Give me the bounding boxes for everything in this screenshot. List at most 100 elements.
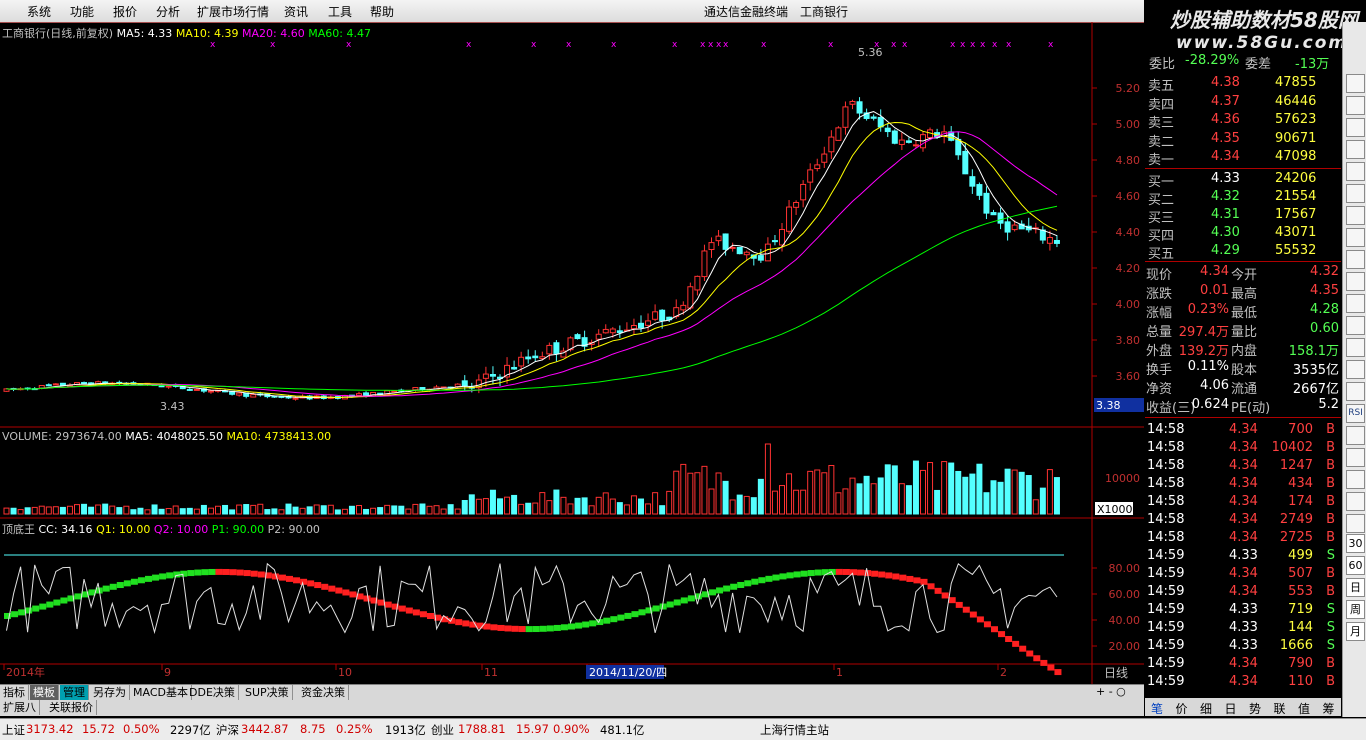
status-bar: 上证 3173.42 15.72 0.50% 2297亿 沪深 3442.87 … xyxy=(0,718,1366,740)
side-tool-button[interactable] xyxy=(1346,360,1365,379)
side-tool-button[interactable] xyxy=(1346,96,1365,115)
indicator-name: 顶底王 xyxy=(2,523,35,536)
indicator-step xyxy=(885,572,893,579)
indicator-step xyxy=(716,587,724,594)
sell-row: 卖二 4.35 90671 xyxy=(1145,130,1341,150)
stat-row: 净资 4.06 流通 2667亿 xyxy=(1145,377,1341,397)
volume-bar xyxy=(59,506,66,515)
cy-change: 15.97 xyxy=(516,722,549,736)
indicator-step xyxy=(786,572,794,579)
menu-function[interactable]: 功能 xyxy=(70,3,94,20)
ma5-line xyxy=(6,111,1058,399)
buy-row: 买四 4.30 43071 xyxy=(1145,224,1341,244)
rsi-button[interactable]: RSI xyxy=(1346,404,1365,423)
side-tool-button[interactable] xyxy=(1346,492,1365,511)
tab-1[interactable]: 模板 xyxy=(30,685,59,700)
signal-marker: x xyxy=(531,40,537,50)
quote-tab-0[interactable]: 笔 xyxy=(1151,700,1163,717)
kline-chart[interactable]: 5.20 5.00 4.80 4.60 4.40 4.20 4.00 3.80 3.60 3.38… xyxy=(0,22,1144,684)
indicator-step xyxy=(835,568,843,575)
menu-analysis[interactable]: 分析 xyxy=(156,3,180,20)
menu-extended-market[interactable]: 扩展市场行情 xyxy=(197,3,269,20)
tab-ext8[interactable]: 扩展八 xyxy=(0,700,40,715)
side-period-button[interactable]: 60 xyxy=(1346,556,1365,575)
side-tool-button[interactable] xyxy=(1346,250,1365,269)
stat-row: 收益(三) 0.624 PE(动) 5.2 xyxy=(1145,396,1341,416)
side-period-button[interactable]: 30 xyxy=(1346,534,1365,553)
menu-quote[interactable]: 报价 xyxy=(113,3,137,20)
menu-info[interactable]: 资讯 xyxy=(284,3,308,20)
indicator-step xyxy=(307,580,315,587)
quote-tab-7[interactable]: 筹 xyxy=(1323,700,1335,717)
side-tool-button[interactable] xyxy=(1346,162,1365,181)
candle-body xyxy=(701,250,708,278)
menu-tools[interactable]: 工具 xyxy=(328,3,352,20)
quote-tab-4[interactable]: 势 xyxy=(1249,700,1261,717)
tick-row: 14:58 4.34 1247 B xyxy=(1145,457,1341,475)
menu-system[interactable]: 系统 xyxy=(27,3,51,20)
tab-nav-controls[interactable]: + - ○ xyxy=(1096,685,1126,698)
tick-volume: 1247 xyxy=(1279,457,1313,473)
side-tool-button[interactable] xyxy=(1346,228,1365,247)
side-tool-button[interactable] xyxy=(1346,316,1365,335)
side-tool-button[interactable] xyxy=(1346,140,1365,159)
quote-tab-6[interactable]: 值 xyxy=(1298,700,1310,717)
side-tool-button[interactable] xyxy=(1346,184,1365,203)
side-tool-button[interactable] xyxy=(1346,448,1365,467)
side-tool-button[interactable] xyxy=(1346,470,1365,489)
side-period-button[interactable]: 月 xyxy=(1346,622,1365,641)
candle-body xyxy=(842,106,849,128)
side-tool-button[interactable] xyxy=(1346,74,1365,93)
extension-tabs: 扩展八 关联报价 xyxy=(0,700,1144,716)
side-tool-button[interactable] xyxy=(1346,382,1365,401)
sell-row: 卖一 4.34 47098 xyxy=(1145,148,1341,168)
signal-marker: x xyxy=(700,40,706,50)
cy-label: 创业 xyxy=(431,723,454,737)
indicator-step xyxy=(215,568,223,575)
side-tool-button[interactable] xyxy=(1346,514,1365,533)
tick-row: 14:59 4.33 499 S xyxy=(1145,547,1341,565)
chart-area[interactable]: 5.20 5.00 4.80 4.60 4.40 4.20 4.00 3.80 3.60 3.38… xyxy=(0,22,1144,684)
candle-body xyxy=(800,183,807,201)
tab-6[interactable]: SUP决策 xyxy=(242,685,293,700)
side-period-button[interactable]: 日 xyxy=(1346,578,1365,597)
signal-marker: x xyxy=(992,40,998,50)
tab-0[interactable]: 指标 xyxy=(0,685,29,700)
side-period-button[interactable]: 周 xyxy=(1346,600,1365,619)
volume-bar xyxy=(74,504,80,515)
tab-3[interactable]: 另存为 xyxy=(90,685,130,700)
side-tool-button[interactable] xyxy=(1346,426,1365,445)
indicator-step xyxy=(955,601,963,608)
menu-help[interactable]: 帮助 xyxy=(370,3,394,20)
quote-tab-1[interactable]: 价 xyxy=(1176,700,1188,717)
quote-tab-2[interactable]: 细 xyxy=(1200,700,1212,717)
server-name[interactable]: 上海行情主站 xyxy=(760,722,829,738)
tab-7[interactable]: 资金决策 xyxy=(298,685,349,700)
tab-5[interactable]: DDE决策 xyxy=(186,685,239,700)
side-tool-button[interactable] xyxy=(1346,272,1365,291)
candle-body xyxy=(856,101,863,114)
tick-price: 4.34 xyxy=(1229,511,1258,527)
indicator-step xyxy=(145,575,152,582)
quote-tab-5[interactable]: 联 xyxy=(1274,700,1286,717)
quote-tab-3[interactable]: 日 xyxy=(1225,700,1237,717)
stock-title: 工商银行 xyxy=(800,5,849,19)
volume-bar xyxy=(1053,477,1060,515)
tick-time: 14:59 xyxy=(1147,619,1185,635)
stat-label-2: PE(动) xyxy=(1231,400,1271,416)
side-tool-button[interactable] xyxy=(1346,338,1365,357)
tab-4[interactable]: MACD基本 xyxy=(130,685,192,700)
candle-body xyxy=(1046,237,1053,244)
side-tool-button[interactable] xyxy=(1346,294,1365,313)
sh-value: 3173.42 xyxy=(26,722,74,736)
indicator-cc: CC: 34.16 xyxy=(38,523,93,536)
side-tool-button[interactable] xyxy=(1346,118,1365,137)
side-tool-button[interactable] xyxy=(1346,206,1365,225)
candle-body xyxy=(743,251,750,256)
tab-related-quote[interactable]: 关联报价 xyxy=(46,700,97,715)
sell-label: 卖二 xyxy=(1148,134,1175,150)
indicator-step xyxy=(159,573,167,580)
signal-marker: x xyxy=(611,40,617,50)
tab-2[interactable]: 管理 xyxy=(60,685,89,700)
signal-marker: x xyxy=(874,40,880,50)
